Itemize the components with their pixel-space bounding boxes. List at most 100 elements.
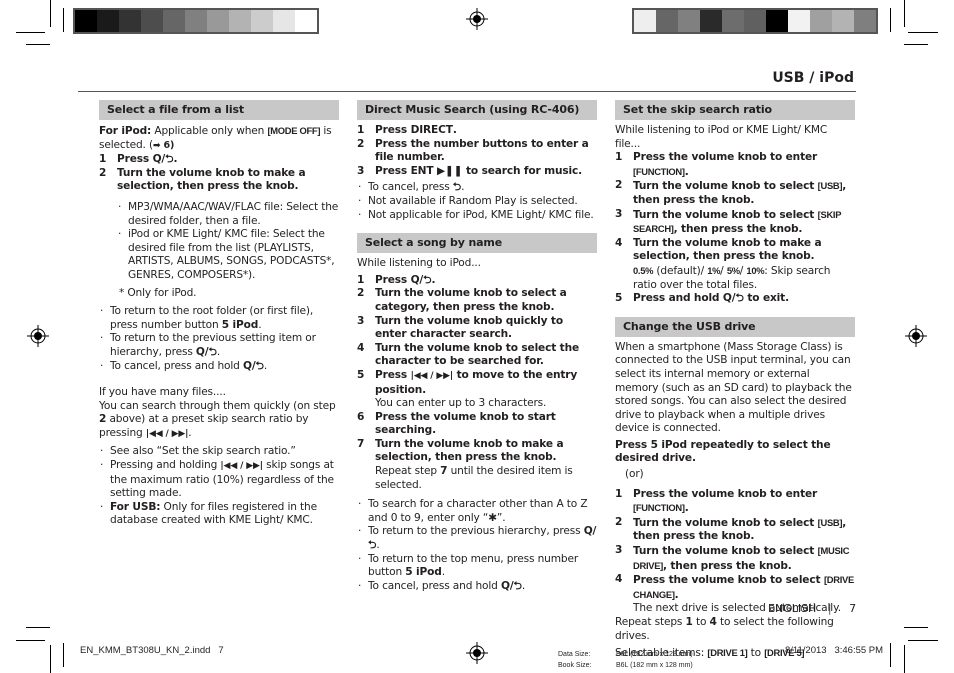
bullet-text: Not available if Random Play is selected…: [368, 194, 578, 207]
step-number: 3: [615, 207, 623, 220]
text: to: [747, 647, 765, 660]
text: To search for a character other than A t…: [368, 498, 588, 524]
text: To return to the top menu, press number …: [368, 552, 579, 579]
crop-mark: [904, 645, 905, 673]
registration-mark-icon: [466, 8, 488, 30]
ent-play-pause-icon: ENT ▶❚❚: [410, 164, 463, 177]
ratio-tag: 1%: [707, 264, 721, 276]
book-size-value: B6L (182 mm x 128 mm): [616, 662, 693, 669]
page-footer: ENGLISH | 7: [768, 602, 856, 615]
section-heading: Direct Music Search (using RC-406): [357, 100, 597, 120]
text: .: [431, 273, 436, 286]
step-item: 1 Press the volume knob to enter [FUNCTIO…: [615, 488, 855, 516]
intro-text: When a smartphone (Mass Storage Class) i…: [615, 340, 852, 435]
color-swatch: [119, 10, 141, 32]
crop-mark: [50, 0, 51, 27]
book-size-label: Book Size:: [558, 662, 592, 669]
bullet-item: · MP3/WMA/AAC/WAV/FLAC file: Select the d…: [118, 200, 339, 227]
step-item: 5 Press |◀◀ / ▶▶| to move to the entry po…: [357, 369, 597, 397]
step-number: 3: [357, 164, 365, 177]
search-back-icon: Q/⮌: [242, 359, 264, 372]
intro-label: For iPod:: [99, 125, 152, 137]
repeat-text: Repeat steps 1 to 4 to select the follow…: [615, 616, 855, 643]
step-number: 7: [357, 437, 365, 450]
column-skip-search: Set the skip search ratio While listenin…: [615, 100, 855, 661]
step-item: 1 Press Q/⮌.: [99, 153, 339, 167]
step-item: 5 Press and hold Q/⮌ to exit.: [615, 292, 855, 306]
menu-tag: [USB]: [817, 180, 843, 192]
crop-mark: [63, 643, 64, 667]
step-item: 3 Turn the volume knob to select [SKIP SE…: [615, 208, 855, 237]
crop-mark: [16, 640, 45, 641]
page-section-title: USB / iPod: [772, 70, 854, 86]
text: Press: [375, 273, 411, 286]
text: .: [461, 181, 465, 194]
button-name: 5 iPod: [650, 438, 688, 451]
text: To cancel, press and hold: [368, 579, 501, 592]
step-ref: 1: [685, 616, 693, 628]
search-back-icon: Q/⮌: [500, 579, 522, 592]
step-number: 1: [357, 124, 365, 136]
step-text: Turn the volume knob to select the chara…: [375, 341, 580, 368]
step-number: 3: [615, 544, 623, 557]
language-label: ENGLISH: [768, 602, 817, 615]
step-number: 2: [357, 287, 365, 300]
text: Press the volume knob to enter: [633, 487, 818, 500]
color-swatch: [251, 10, 273, 32]
color-swatch: [744, 10, 766, 32]
data-size-label: Data Size:: [558, 651, 591, 658]
text: Press: [375, 368, 411, 381]
text: Press: [117, 153, 153, 166]
color-swatch: [832, 10, 854, 32]
step-item: 4 Press the volume knob to select [DRIVE …: [615, 573, 855, 602]
menu-tag: [FUNCTION]: [633, 502, 685, 514]
text: .: [188, 426, 192, 439]
bullet-text: Not applicable for iPod, KME Light/ KMC …: [368, 208, 594, 221]
mode-tag: [MODE OFF]: [267, 125, 321, 136]
crop-mark: [904, 44, 928, 45]
text: /: [720, 264, 727, 277]
file-name: EN_KMM_BT308U_KN_2.indd 7: [80, 645, 224, 656]
press-instruction: Press 5 iPod repeatedly to select the de…: [615, 439, 855, 466]
step-note: You can enter up to 3 characters.: [375, 397, 547, 410]
text: To return to the root folder (or first f…: [110, 305, 314, 331]
crop-mark: [904, 627, 928, 628]
color-swatch: [722, 10, 744, 32]
bullet-item: · To return to the top menu, press number…: [358, 552, 579, 579]
step-number: 1: [615, 151, 623, 164]
color-swatch: [810, 10, 832, 32]
bold-label: For USB:: [110, 500, 161, 513]
bullet-text: iPod or KME Light/ KMC file: Select the …: [128, 228, 335, 281]
text: .: [216, 345, 221, 358]
text: .: [674, 588, 679, 601]
text: , then press the knob.: [673, 223, 803, 236]
registration-mark-icon: [466, 642, 488, 664]
bullet-item: · To return to the previous hierarchy, pr…: [358, 525, 597, 552]
text: To return to the previous hierarchy, pre…: [368, 525, 584, 538]
step-text: Turn the volume knob to make a selection…: [633, 236, 822, 263]
text: Turn the volume knob to select: [633, 516, 818, 529]
ratio-tag: 5%: [726, 264, 740, 276]
text: .: [521, 579, 526, 592]
column-select-file: Select a file from a list For iPod: Appl…: [99, 100, 339, 528]
step-item: 4 Turn the volume knob to select the char…: [357, 342, 597, 369]
back-icon: ⮌: [452, 181, 462, 194]
step-number: 4: [615, 573, 623, 586]
registration-mark-icon: [905, 325, 927, 347]
step-text: Turn the volume knob to make a selection…: [117, 166, 306, 193]
text: .: [452, 124, 457, 136]
color-swatch: [766, 10, 788, 32]
step-item: 2 Press the number buttons to enter a fil…: [357, 138, 597, 165]
step-note: Repeat step 7 until the desired item is …: [357, 465, 597, 492]
color-bar-right: [632, 8, 878, 34]
bullet-item: · To cancel, press ⮌.: [358, 181, 465, 194]
color-swatch: [75, 10, 97, 32]
search-back-icon: Q/⮌: [722, 292, 744, 305]
step-item: 7 Turn the volume knob to make a selectio…: [357, 438, 597, 465]
text: To cancel, press: [368, 181, 453, 194]
text: Press: [375, 124, 411, 136]
header-divider: [78, 91, 856, 92]
text: ”.: [496, 511, 506, 524]
text: .: [684, 165, 689, 178]
step-number: 5: [357, 368, 365, 381]
